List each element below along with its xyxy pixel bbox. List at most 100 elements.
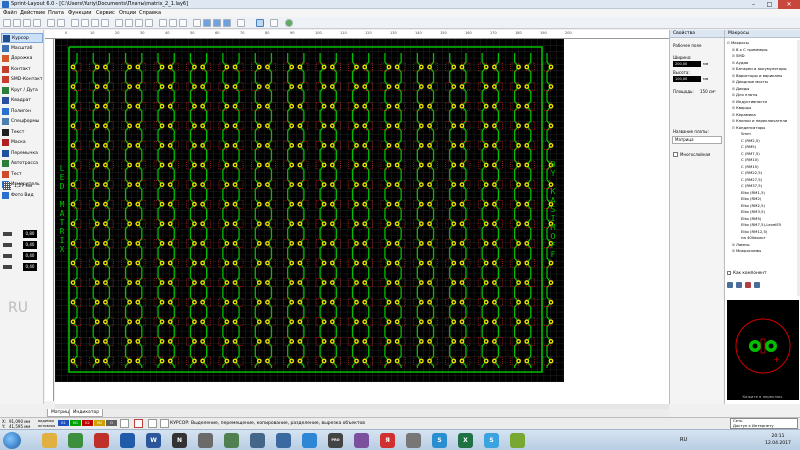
copy-icon[interactable]: [81, 19, 89, 27]
zoom-fit-icon[interactable]: [223, 19, 231, 27]
group-icon[interactable]: [169, 19, 177, 27]
mirror-v-icon[interactable]: [145, 19, 153, 27]
menu-board[interactable]: Плата: [48, 10, 64, 16]
as-component-checkbox[interactable]: [727, 271, 731, 275]
tool-jumper[interactable]: Перемычка: [1, 149, 43, 159]
tool-mask[interactable]: Маска: [1, 138, 43, 148]
multilayer-checkbox[interactable]: [673, 152, 678, 157]
layer-button[interactable]: O: [106, 420, 117, 426]
open-icon[interactable]: [13, 19, 21, 27]
menu-action[interactable]: Действие: [20, 10, 45, 16]
tool-test[interactable]: Тест: [1, 170, 43, 180]
proafc-icon[interactable]: PRO AFC: [328, 433, 343, 448]
delete-icon[interactable]: [101, 19, 109, 27]
nanocad-icon[interactable]: N: [172, 433, 187, 448]
layer-button[interactable]: K1: [58, 420, 69, 426]
chrome-icon[interactable]: [68, 433, 83, 448]
mirror-h-icon[interactable]: [135, 19, 143, 27]
calc-icon[interactable]: [224, 433, 239, 448]
maximize-button[interactable]: □: [762, 0, 777, 9]
tool-pad[interactable]: Контакт: [1, 65, 43, 75]
outlook-icon[interactable]: [120, 433, 135, 448]
menu-file[interactable]: Файл: [3, 10, 17, 16]
new-macro-icon[interactable]: [727, 282, 733, 288]
opera-icon[interactable]: [94, 433, 109, 448]
cut-icon[interactable]: [71, 19, 79, 27]
sprint-icon[interactable]: S: [432, 433, 447, 448]
photo-icon[interactable]: [285, 19, 293, 27]
image-icon[interactable]: [276, 433, 291, 448]
track-width-value[interactable]: 0,80: [23, 230, 37, 238]
as-component-option[interactable]: Как компонент: [727, 270, 766, 275]
cursor-tool-icon[interactable]: [256, 19, 264, 27]
print-icon[interactable]: [33, 19, 41, 27]
tool-icon[interactable]: [406, 433, 421, 448]
explorer-icon[interactable]: [42, 433, 57, 448]
sprint-layout-icon[interactable]: S: [484, 433, 499, 448]
rats-nest-icon[interactable]: [160, 419, 169, 428]
tree-item[interactable]: ⊞Микросхемы: [727, 248, 797, 255]
minimize-button[interactable]: –: [746, 0, 761, 9]
smd-size-row[interactable]: 0,40: [2, 252, 42, 261]
grid-icon[interactable]: [3, 182, 11, 190]
connection-icon[interactable]: [148, 419, 157, 428]
pan-icon[interactable]: [237, 19, 245, 27]
close-button[interactable]: ✕: [778, 0, 800, 9]
layer-button[interactable]: M2: [94, 420, 105, 426]
android-icon[interactable]: [510, 433, 525, 448]
duplicate-icon[interactable]: [115, 19, 123, 27]
menu-options[interactable]: Опции: [119, 10, 136, 16]
add-folder-icon[interactable]: [754, 282, 760, 288]
word-icon[interactable]: W: [146, 433, 161, 448]
zoom-in-icon[interactable]: [203, 19, 211, 27]
tool-circle-arc[interactable]: Круг / Дуга: [1, 86, 43, 96]
menu-functions[interactable]: Функции: [68, 10, 91, 16]
excel-icon[interactable]: X: [458, 433, 473, 448]
pcb-board[interactable]: LED MATRIXBY KASIMOFF: [55, 39, 564, 382]
paste-icon[interactable]: [91, 19, 99, 27]
ungroup-icon[interactable]: [179, 19, 187, 27]
width-input[interactable]: 200,00: [673, 61, 701, 67]
menu-service[interactable]: Сервис: [96, 10, 115, 16]
align-icon[interactable]: [159, 19, 167, 27]
board-name-input[interactable]: Матрица: [672, 136, 722, 144]
app-icon[interactable]: [198, 433, 213, 448]
tray-language[interactable]: RU: [680, 437, 687, 443]
smd-size-value[interactable]: 0,40: [23, 252, 37, 260]
hole-size-value[interactable]: 0,40: [23, 263, 37, 271]
pad-size-value[interactable]: 0,40: [23, 241, 37, 249]
tray-clock[interactable]: 20:11 12.04.2017: [760, 433, 796, 447]
save-macro-icon[interactable]: [736, 282, 742, 288]
redo-icon[interactable]: [57, 19, 65, 27]
tool-polygon[interactable]: Полигон: [1, 107, 43, 117]
pad-size-row[interactable]: 0,40: [2, 241, 42, 250]
workspace[interactable]: LED MATRIXBY KASIMOFF: [55, 39, 669, 404]
layer-settings-icon[interactable]: [120, 419, 129, 428]
tool-special-forms[interactable]: Спецформы: [1, 117, 43, 127]
tool-photo-view[interactable]: Фото Вид: [1, 191, 43, 201]
track-width-row[interactable]: 0,80: [2, 230, 42, 239]
skype-icon[interactable]: [302, 433, 317, 448]
tool-text[interactable]: Текст: [1, 128, 43, 138]
layer-button[interactable]: M1: [70, 420, 81, 426]
undo-icon[interactable]: [47, 19, 55, 27]
rotate-icon[interactable]: [125, 19, 133, 27]
drc-icon[interactable]: [270, 19, 278, 27]
menu-help[interactable]: Справка: [139, 10, 161, 16]
zoom-icon[interactable]: [193, 19, 201, 27]
save-icon[interactable]: [23, 19, 31, 27]
tool-magnifier[interactable]: Масштаб: [1, 44, 43, 54]
height-input[interactable]: 100,00: [673, 76, 701, 82]
zoom-out-icon[interactable]: [213, 19, 221, 27]
tool-autoroute[interactable]: Автотрасса: [1, 159, 43, 169]
tool-smd-pad[interactable]: SMD-Контакт: [1, 75, 43, 85]
new-file-icon[interactable]: [3, 19, 11, 27]
mirc-icon[interactable]: [250, 433, 265, 448]
pcb-layout[interactable]: LED MATRIXBY KASIMOFF: [55, 39, 564, 382]
viber-icon[interactable]: [354, 433, 369, 448]
tab-indicator[interactable]: Индикатор: [69, 409, 104, 417]
tool-track[interactable]: Дорожка: [1, 54, 43, 64]
layer-button[interactable]: K2: [82, 420, 93, 426]
grid-size-value[interactable]: 1,27 мм: [14, 184, 32, 189]
hole-size-row[interactable]: 0,40: [2, 263, 42, 272]
